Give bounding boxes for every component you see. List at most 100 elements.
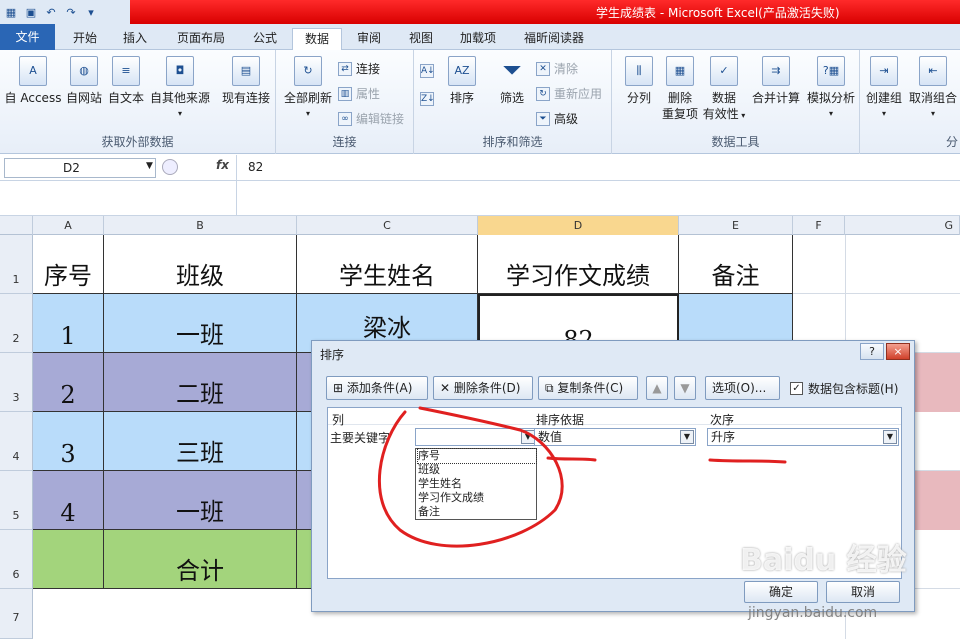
row-header-4[interactable]: 4 bbox=[0, 412, 33, 471]
properties-button[interactable]: ▥ 属性 bbox=[338, 85, 380, 102]
row-header-6[interactable]: 6 bbox=[0, 530, 33, 589]
ungroup-button[interactable]: ⇤ 取消组合 ▾ bbox=[908, 56, 958, 122]
what-if-analysis-button[interactable]: ?▦ 模拟分析 ▾ bbox=[804, 56, 858, 122]
dropdown-arrow-icon[interactable]: ▼ bbox=[883, 430, 897, 444]
undo-icon[interactable]: ↶ bbox=[44, 5, 58, 19]
refresh-all-button[interactable]: ↻ 全部刷新 ▾ bbox=[282, 56, 334, 122]
tab-home[interactable]: 开始 bbox=[62, 28, 108, 50]
from-access-button[interactable]: A自 Access bbox=[2, 56, 64, 106]
sort-ascending-icon[interactable]: A↓ bbox=[420, 64, 435, 78]
save-icon[interactable]: ▣ bbox=[24, 5, 38, 19]
advanced-filter-icon: ⏷ bbox=[536, 111, 550, 126]
column-header-a[interactable]: A bbox=[33, 216, 104, 235]
text-to-columns-button[interactable]: ⫼ 分列 bbox=[618, 56, 660, 106]
remove-duplicates-button[interactable]: ▦ 删除 重复项 bbox=[660, 56, 700, 122]
tab-addins[interactable]: 加载项 bbox=[452, 28, 504, 50]
cell-a4[interactable]: 3 bbox=[33, 412, 104, 471]
sort-on-combo[interactable]: 数值 ▼ bbox=[534, 428, 696, 446]
cell-d1[interactable]: 学习作文成绩 bbox=[478, 235, 679, 294]
dropdown-option[interactable]: 学习作文成绩 bbox=[418, 491, 536, 505]
cell-a2[interactable]: 1 bbox=[33, 294, 104, 353]
formula-value[interactable]: 82 bbox=[248, 160, 263, 174]
move-down-button[interactable]: ▼ bbox=[674, 376, 696, 400]
cell-a3[interactable]: 2 bbox=[33, 353, 104, 412]
cell-b1[interactable]: 班级 bbox=[104, 235, 297, 294]
reapply-button[interactable]: ↻ 重新应用 bbox=[536, 85, 602, 102]
select-all-corner[interactable] bbox=[0, 216, 33, 235]
customize-qat-icon[interactable]: ▾ bbox=[84, 5, 98, 19]
cell-c3[interactable] bbox=[297, 353, 311, 412]
cell-a5[interactable]: 4 bbox=[33, 471, 104, 530]
close-button[interactable]: × bbox=[886, 343, 910, 360]
cell-b2[interactable]: 一班 bbox=[104, 294, 297, 353]
options-button[interactable]: 选项(O)... bbox=[705, 376, 780, 400]
dropdown-option[interactable]: 备注 bbox=[418, 505, 536, 519]
move-up-button[interactable]: ▲ bbox=[646, 376, 668, 400]
tab-file[interactable]: 文件 bbox=[0, 24, 55, 50]
column-combo[interactable]: ▼ bbox=[415, 428, 537, 446]
tab-formulas[interactable]: 公式 bbox=[242, 28, 288, 50]
cell-b6[interactable]: 合计 bbox=[104, 530, 297, 589]
group-button[interactable]: ⇥ 创建组 ▾ bbox=[864, 56, 904, 122]
add-level-button[interactable]: ⊞ 添加条件(A) bbox=[326, 376, 428, 400]
row-header-2[interactable]: 2 bbox=[0, 294, 33, 353]
row-header-5[interactable]: 5 bbox=[0, 471, 33, 530]
cell-c1[interactable]: 学生姓名 bbox=[297, 235, 478, 294]
cell-c6[interactable] bbox=[297, 530, 311, 589]
edit-links-button[interactable]: ∞ 编辑链接 bbox=[338, 110, 404, 127]
cell-b3[interactable]: 二班 bbox=[104, 353, 297, 412]
cell-c5[interactable] bbox=[297, 471, 311, 530]
consolidate-button[interactable]: ⇉ 合并计算 bbox=[750, 56, 802, 106]
arrow-down-icon: ▼ bbox=[680, 381, 690, 395]
from-text-button[interactable]: ≡ 自文本 bbox=[106, 56, 146, 106]
dropdown-arrow-icon[interactable]: ▼ bbox=[680, 430, 694, 444]
from-other-sources-button[interactable]: ◘ 自其他来源 ▾ bbox=[148, 56, 212, 122]
sort-descending-icon[interactable]: Z↓ bbox=[420, 92, 435, 106]
filter-button[interactable]: ⏷ 筛选 bbox=[494, 56, 530, 106]
redo-icon[interactable]: ↷ bbox=[64, 5, 78, 19]
from-web-button[interactable]: ◍ 自网站 bbox=[64, 56, 104, 106]
dropdown-option[interactable]: 学生姓名 bbox=[418, 477, 536, 491]
cell-a6[interactable] bbox=[33, 530, 104, 589]
column-header-d[interactable]: D bbox=[478, 216, 679, 235]
help-button[interactable]: ? bbox=[860, 343, 884, 360]
has-headers-checkbox[interactable]: ✓ 数据包含标题(H) bbox=[790, 380, 898, 397]
copy-level-button[interactable]: ⧉ 复制条件(C) bbox=[538, 376, 638, 400]
column-header-b[interactable]: B bbox=[104, 216, 297, 235]
tab-insert[interactable]: 插入 bbox=[112, 28, 158, 50]
tab-data[interactable]: 数据 bbox=[292, 28, 342, 51]
cell-c4[interactable] bbox=[297, 412, 311, 471]
cell-e1[interactable]: 备注 bbox=[679, 235, 793, 294]
delete-level-button[interactable]: ✕ 删除条件(D) bbox=[433, 376, 533, 400]
order-combo[interactable]: 升序 ▼ bbox=[707, 428, 899, 446]
sort-button[interactable]: AZ 排序 bbox=[444, 56, 480, 106]
advanced-filter-button[interactable]: ⏷ 高级 bbox=[536, 110, 578, 127]
tab-foxit[interactable]: 福昕阅读器 bbox=[512, 28, 596, 50]
column-header-g[interactable]: G bbox=[845, 216, 960, 235]
ok-button[interactable]: 确定 bbox=[744, 581, 818, 603]
collapse-handle-icon[interactable] bbox=[162, 159, 178, 175]
cell-b5[interactable]: 一班 bbox=[104, 471, 297, 530]
name-box[interactable]: D2 bbox=[4, 158, 156, 178]
dropdown-option[interactable]: 序号 bbox=[417, 448, 537, 464]
column-header-f[interactable]: F bbox=[793, 216, 845, 235]
clear-filter-button[interactable]: ✕ 清除 bbox=[536, 60, 578, 77]
row-header-3[interactable]: 3 bbox=[0, 353, 33, 412]
name-box-dropdown-icon[interactable]: ▼ bbox=[146, 161, 153, 171]
row-header-1[interactable]: 1 bbox=[0, 235, 33, 294]
column-header-e[interactable]: E bbox=[679, 216, 793, 235]
existing-connections-button[interactable]: ▤ 现有连接 bbox=[220, 56, 272, 106]
column-header-c[interactable]: C bbox=[297, 216, 478, 235]
data-validation-button[interactable]: ✓ 数据 有效性 ▾ bbox=[700, 56, 748, 124]
dropdown-option[interactable]: 班级 bbox=[418, 463, 536, 477]
cancel-button[interactable]: 取消 bbox=[826, 581, 900, 603]
insert-function-icon[interactable]: fx bbox=[216, 158, 229, 172]
cell-a1[interactable]: 序号 bbox=[33, 235, 104, 294]
tab-page-layout[interactable]: 页面布局 bbox=[166, 28, 236, 50]
cell-b4[interactable]: 三班 bbox=[104, 412, 297, 471]
row-header-7[interactable]: 7 bbox=[0, 589, 33, 639]
tab-review[interactable]: 审阅 bbox=[346, 28, 392, 50]
connections-button[interactable]: ⇄ 连接 bbox=[338, 60, 380, 77]
tab-view[interactable]: 视图 bbox=[398, 28, 444, 50]
dropdown-arrow-icon[interactable]: ▼ bbox=[521, 430, 535, 444]
